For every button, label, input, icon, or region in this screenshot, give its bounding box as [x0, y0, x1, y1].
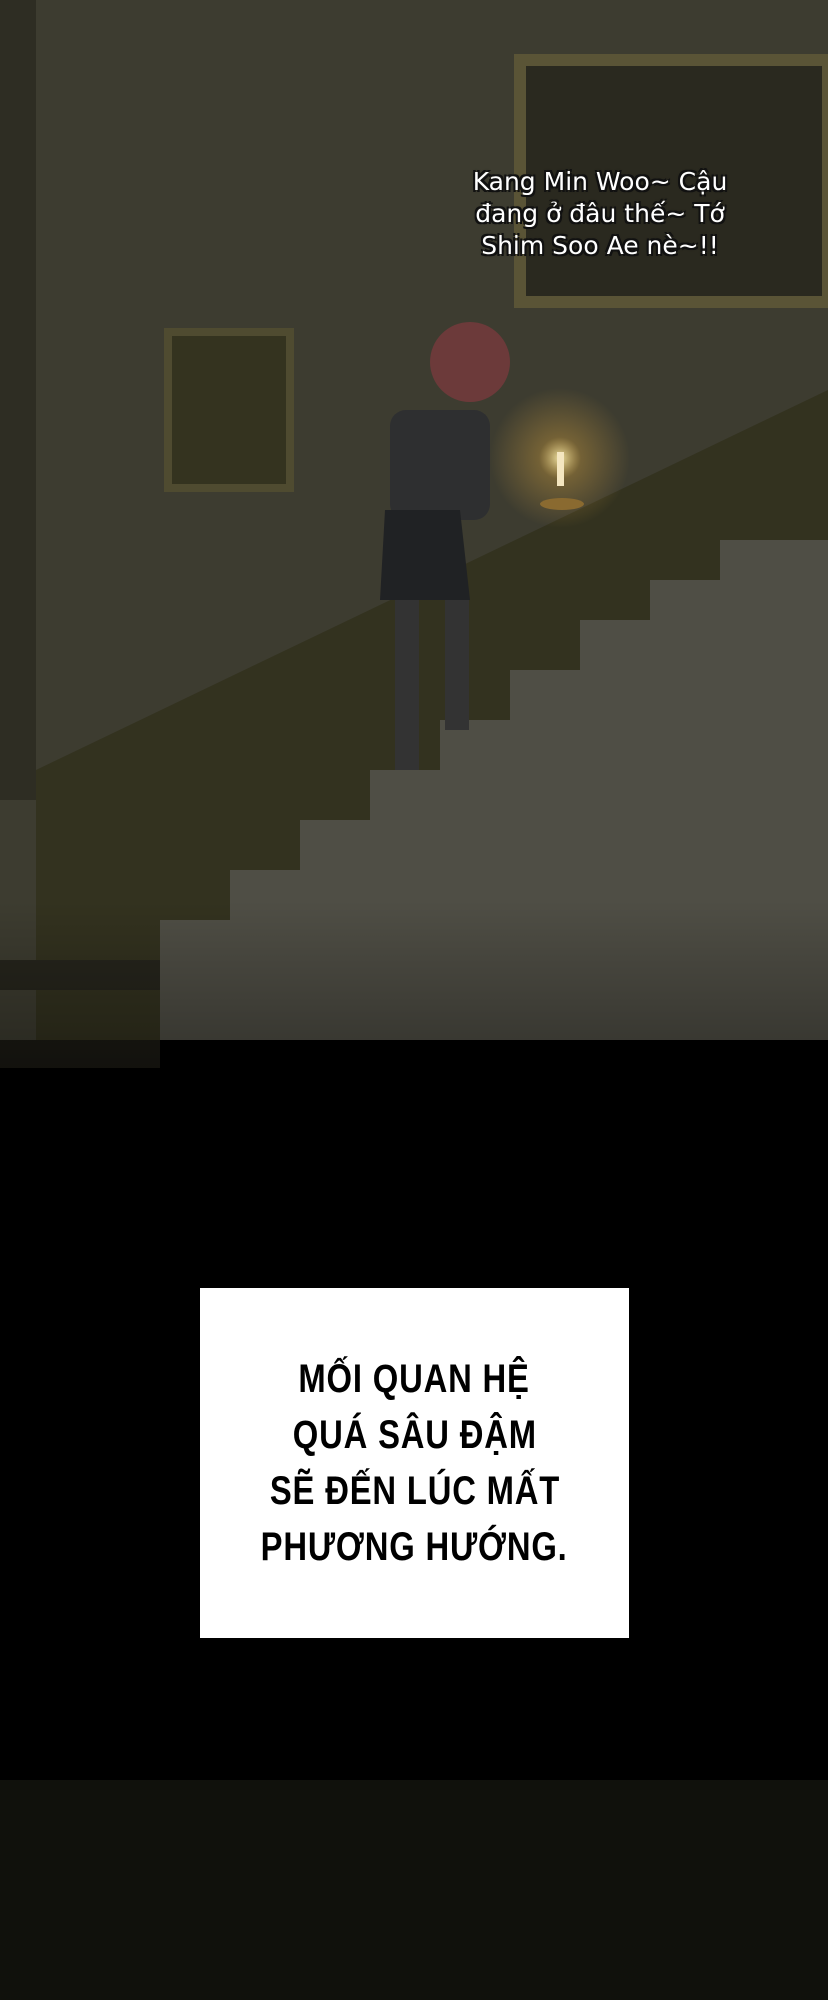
narration-line: PHƯƠNG HƯỚNG. — [261, 1525, 568, 1569]
candle — [557, 452, 564, 486]
stairway-scene — [0, 0, 828, 2000]
narration-line: MỐI QUAN HỆ — [298, 1357, 531, 1401]
speech-line: đang ở đâu thế~ Tớ — [475, 199, 725, 228]
narration-line: SẼ ĐẾN LÚC MẤT — [269, 1469, 560, 1513]
speech-line: Kang Min Woo~ Cậu — [472, 167, 728, 196]
next-panel-hint — [0, 1780, 828, 2000]
speech-line: Shim Soo Ae nè~!! — [481, 231, 719, 260]
speech-text: Kang Min Woo~ Cậu đang ở đâu thế~ Tớ Shi… — [440, 166, 760, 262]
pillar — [0, 0, 36, 800]
narration-line: QUÁ SÂU ĐẬM — [292, 1413, 537, 1457]
narration-box: MỐI QUAN HỆ QUÁ SÂU ĐẬM SẼ ĐẾN LÚC MẤT P… — [200, 1288, 629, 1638]
small-painting — [164, 328, 294, 492]
comic-page: Kang Min Woo~ Cậu đang ở đâu thế~ Tớ Shi… — [0, 0, 828, 2000]
